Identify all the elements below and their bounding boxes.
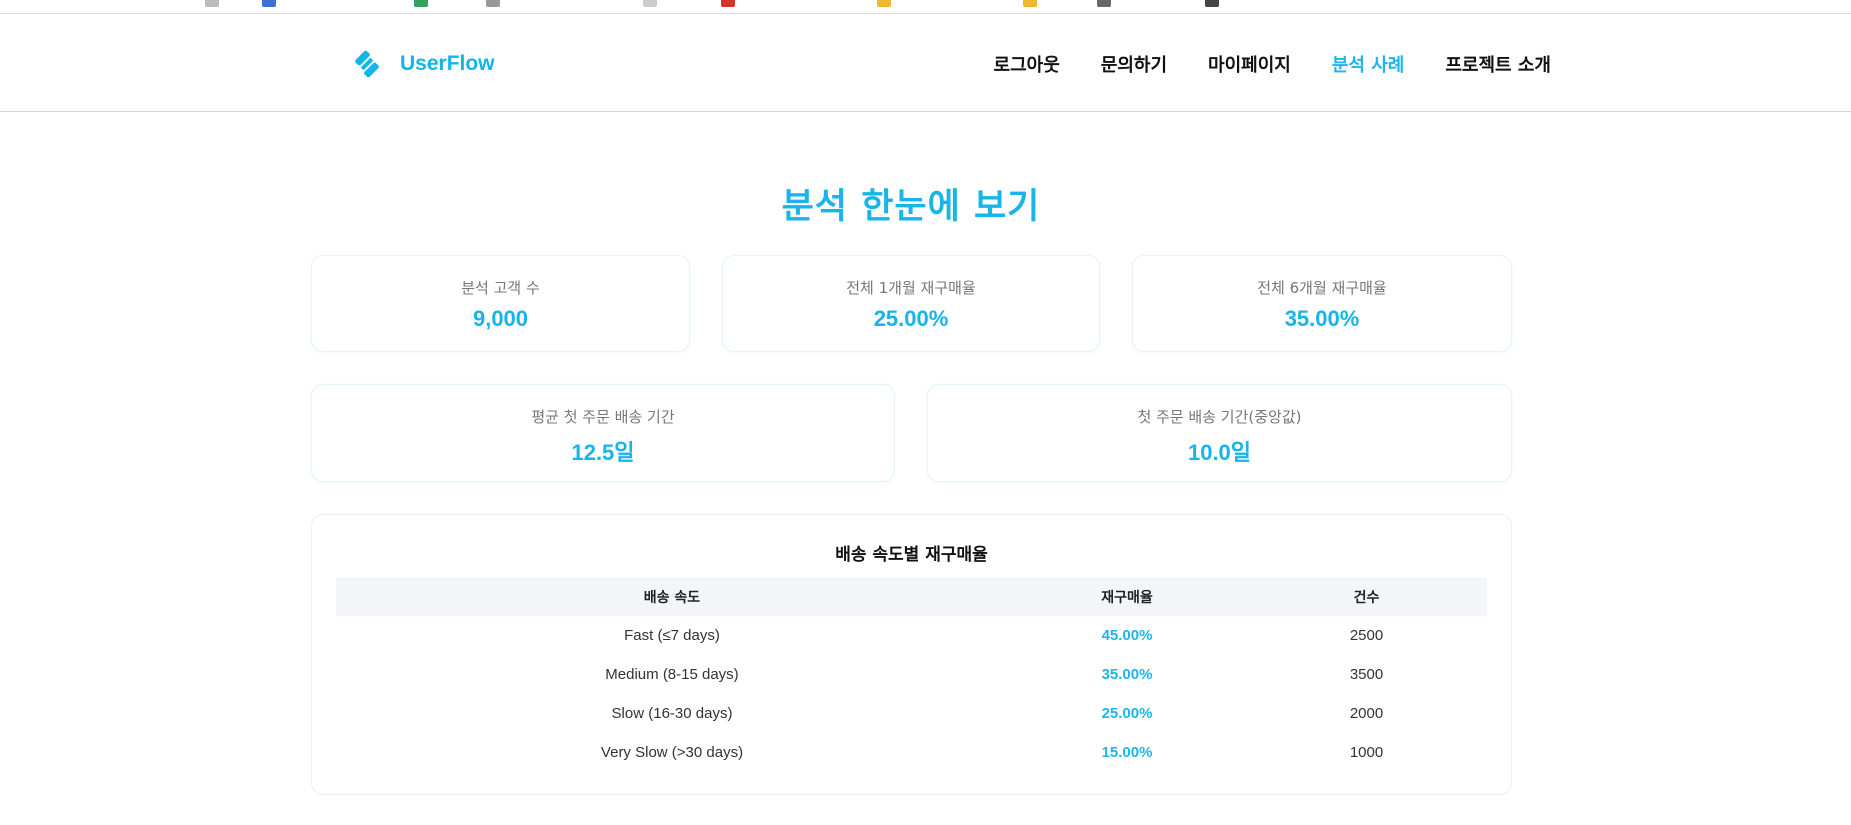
stat-label: 분석 고객 수 bbox=[461, 279, 540, 297]
cell-speed: Slow (16-30 days) bbox=[611, 705, 733, 722]
stat-card-6month-repurchase: 전체 6개월 재구매율 35.00% bbox=[1132, 255, 1512, 352]
cell-speed: Fast (≤7 days) bbox=[624, 627, 720, 644]
cell-speed: Very Slow (>30 days) bbox=[600, 744, 744, 761]
stat-value: 10.0일 bbox=[1187, 440, 1252, 465]
brand-logo-link[interactable]: UserFlow bbox=[352, 46, 495, 82]
stat-card-customers: 분석 고객 수 9,000 bbox=[311, 255, 690, 352]
stat-value: 12.5일 bbox=[571, 440, 635, 465]
stat-card-median-delivery: 첫 주문 배송 기간(중앙값) 10.0일 bbox=[927, 384, 1512, 482]
site-header: UserFlow 로그아웃 문의하기 마이페이지 분석 사례 프로젝트 소개 bbox=[0, 14, 1851, 112]
bookmark-favicon[interactable] bbox=[262, 0, 276, 7]
stat-card-1month-repurchase: 전체 1개월 재구매율 25.00% bbox=[722, 255, 1100, 352]
cell-rate: 15.00% bbox=[1101, 744, 1153, 761]
bookmark-favicon[interactable] bbox=[414, 0, 428, 7]
nav-contact[interactable]: 문의하기 bbox=[1101, 51, 1167, 77]
bookmark-favicon[interactable] bbox=[877, 0, 891, 7]
nav-logout[interactable]: 로그아웃 bbox=[994, 51, 1060, 77]
brand-name: UserFlow bbox=[400, 52, 495, 75]
cell-rate: 25.00% bbox=[1101, 705, 1153, 722]
main-nav: 로그아웃 문의하기 마이페이지 분석 사례 프로젝트 소개 bbox=[994, 46, 1551, 82]
bookmark-favicon[interactable] bbox=[1097, 0, 1111, 7]
stat-card-avg-delivery: 평균 첫 주문 배송 기간 12.5일 bbox=[311, 384, 895, 482]
bookmark-favicon[interactable] bbox=[643, 0, 657, 7]
column-header-rate: 재구매율 bbox=[1101, 590, 1153, 606]
nav-mypage[interactable]: 마이페이지 bbox=[1208, 51, 1291, 77]
cell-count: 2500 bbox=[1349, 627, 1384, 644]
repurchase-by-speed-card: 배송 속도별 재구매율 배송 속도 재구매율 건수 Fast (≤7 days)… bbox=[311, 514, 1512, 795]
table-row: Fast (≤7 days) 45.00% 2500 bbox=[336, 616, 1487, 655]
table-title: 배송 속도별 재구매율 bbox=[835, 545, 988, 565]
stat-label: 평균 첫 주문 배송 기간 bbox=[531, 408, 675, 426]
stat-label: 첫 주문 배송 기간(중앙값) bbox=[1137, 408, 1302, 426]
cell-rate: 35.00% bbox=[1101, 666, 1153, 683]
table-row: Very Slow (>30 days) 15.00% 1000 bbox=[336, 733, 1487, 772]
stat-value: 35.00% bbox=[1284, 306, 1360, 331]
cell-speed: Medium (8-15 days) bbox=[605, 666, 739, 683]
cell-count: 1000 bbox=[1349, 744, 1384, 761]
stat-value: 25.00% bbox=[873, 306, 949, 331]
repurchase-table: 배송 속도 재구매율 건수 Fast (≤7 days) 45.00% 2500… bbox=[336, 578, 1487, 772]
table-row: Slow (16-30 days) 25.00% 2000 bbox=[336, 694, 1487, 733]
bookmark-favicon[interactable] bbox=[721, 0, 735, 7]
column-header-speed: 배송 속도 bbox=[643, 590, 701, 606]
browser-bookmarks-strip bbox=[0, 0, 1851, 14]
column-header-count: 건수 bbox=[1353, 590, 1380, 606]
cell-rate: 45.00% bbox=[1101, 627, 1153, 644]
cell-count: 3500 bbox=[1349, 666, 1384, 683]
bookmark-favicon[interactable] bbox=[1023, 0, 1037, 7]
cell-count: 2000 bbox=[1349, 705, 1384, 722]
bookmark-favicon[interactable] bbox=[486, 0, 500, 7]
stat-value: 9,000 bbox=[472, 306, 529, 331]
bookmark-favicon[interactable] bbox=[205, 0, 219, 7]
link-chain-icon bbox=[355, 50, 379, 78]
nav-project-intro[interactable]: 프로젝트 소개 bbox=[1445, 51, 1551, 77]
stat-label: 전체 6개월 재구매율 bbox=[1257, 279, 1387, 297]
table-header-row: 배송 속도 재구매율 건수 bbox=[336, 578, 1487, 616]
table-row: Medium (8-15 days) 35.00% 3500 bbox=[336, 655, 1487, 694]
bookmark-favicon[interactable] bbox=[1205, 0, 1219, 7]
page-title: 분석 한눈에 보기 bbox=[781, 187, 1041, 227]
stat-label: 전체 1개월 재구매율 bbox=[846, 279, 976, 297]
nav-analysis-cases[interactable]: 분석 사례 bbox=[1332, 51, 1405, 77]
